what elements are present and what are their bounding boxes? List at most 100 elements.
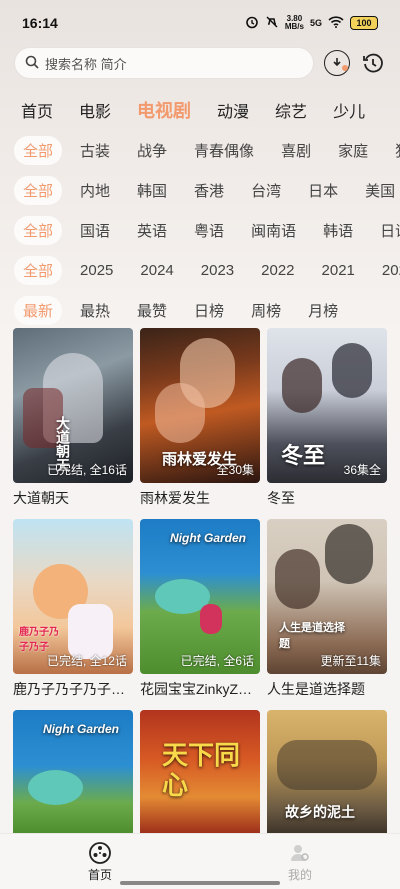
- sort-chip[interactable]: 最热: [71, 296, 119, 325]
- region-chip[interactable]: 全部: [14, 175, 63, 205]
- tab-movie[interactable]: 电影: [66, 98, 124, 122]
- card-title: 大道朝天: [13, 490, 69, 506]
- genre-chip[interactable]: 家庭: [329, 136, 377, 165]
- poster-title-text: 冬至: [281, 443, 326, 468]
- media-card[interactable]: 鹿乃子乃子乃子 已完结, 全12话 鹿乃子乃子乃子虎视眈眈: [13, 519, 133, 699]
- poster-image: 鹿乃子乃子乃子 已完结, 全12话: [13, 519, 133, 674]
- genre-chip[interactable]: 青春偶像: [185, 136, 263, 165]
- episode-badge: 已完结, 全12话: [46, 654, 127, 668]
- search-row: 搜索名称 简介: [0, 46, 400, 80]
- year-chip[interactable]: 2022: [252, 258, 303, 283]
- mute-icon: [265, 15, 279, 32]
- region-chip[interactable]: 内地: [71, 176, 119, 205]
- status-icons: 3.80 MB/s 5G 100: [245, 15, 378, 32]
- language-chip[interactable]: 粤语: [185, 216, 233, 245]
- genre-chip[interactable]: 全部: [14, 135, 63, 165]
- genre-chip[interactable]: 犯罪: [386, 136, 400, 165]
- media-card[interactable]: Night Garden: [13, 710, 133, 834]
- tab-anime[interactable]: 动漫: [204, 98, 262, 122]
- region-chip[interactable]: 台湾: [242, 176, 290, 205]
- year-chip[interactable]: 2025: [71, 258, 122, 283]
- network-speed: 3.80 MB/s: [285, 15, 304, 31]
- year-chip[interactable]: 2023: [192, 258, 243, 283]
- category-tabs: 首页 电影 电视剧 动漫 综艺 少儿: [0, 94, 400, 126]
- episode-badge: 36集全: [343, 463, 381, 477]
- poster-title-text: 人生是道选择题: [279, 622, 345, 650]
- download-dot: [342, 65, 348, 71]
- history-icon: [363, 53, 383, 73]
- clock: 16:14: [22, 15, 58, 31]
- poster-image: Night Garden: [13, 710, 133, 834]
- card-title: 花园宝宝ZinkyZ…: [140, 681, 252, 697]
- poster-image: Night Garden 已完结, 全6话: [140, 519, 260, 674]
- poster-image: 故乡的泥土: [267, 710, 387, 834]
- poster-image: 人生是道选择题 更新至11集: [267, 519, 387, 674]
- language-chip[interactable]: 国语: [71, 216, 119, 245]
- battery-indicator: 100: [350, 16, 378, 30]
- genre-chip[interactable]: 喜剧: [272, 136, 320, 165]
- sort-chip[interactable]: 日榜: [185, 296, 233, 325]
- episode-badge: 已完结, 全16话: [46, 463, 127, 477]
- poster-image: 天下同心: [140, 710, 260, 834]
- year-filter-row: 全部 2025 2024 2023 2022 2021 2020: [0, 250, 400, 290]
- speed-unit: MB/s: [284, 22, 304, 31]
- poster-image: 大道朝天 已完结, 全16话: [13, 328, 133, 483]
- status-bar: 16:14 3.80 MB/s 5G 100: [0, 0, 400, 46]
- poster-title-text: Night Garden: [43, 722, 120, 736]
- language-chip[interactable]: 全部: [14, 215, 63, 245]
- region-chip[interactable]: 韩国: [128, 176, 176, 205]
- region-chip[interactable]: 美国: [356, 176, 400, 205]
- region-chip[interactable]: 日本: [299, 176, 347, 205]
- nav-mine-label: 我的: [287, 868, 312, 882]
- genre-chip[interactable]: 战争: [128, 136, 176, 165]
- media-card[interactable]: 故乡的泥土: [267, 710, 387, 834]
- episode-badge: 已完结, 全6话: [180, 654, 254, 668]
- language-chip[interactable]: 日语: [371, 216, 400, 245]
- history-button[interactable]: [360, 50, 386, 76]
- sort-chip[interactable]: 周榜: [242, 296, 290, 325]
- genre-filter-row: 全部 古装 战争 青春偶像 喜剧 家庭 犯罪: [0, 130, 400, 170]
- tab-variety[interactable]: 综艺: [262, 98, 320, 122]
- language-chip[interactable]: 闽南语: [242, 216, 305, 245]
- language-chip[interactable]: 韩语: [314, 216, 362, 245]
- year-chip[interactable]: 2024: [131, 258, 182, 283]
- media-card[interactable]: 雨林爱发生 全30集 雨林爱发生: [140, 328, 260, 508]
- language-filter-row: 全部 国语 英语 粤语 闽南语 韩语 日语: [0, 210, 400, 250]
- episode-badge: 更新至11集: [320, 654, 381, 668]
- sort-chip[interactable]: 月榜: [299, 296, 347, 325]
- language-chip[interactable]: 英语: [128, 216, 176, 245]
- year-chip[interactable]: 2020: [373, 258, 400, 283]
- card-title: 人生是道选择题: [267, 681, 365, 697]
- download-button[interactable]: [324, 50, 350, 76]
- card-title: 鹿乃子乃子乃子虎视眈眈: [13, 681, 133, 697]
- poster-image: 雨林爱发生 全30集: [140, 328, 260, 483]
- tab-tv-series[interactable]: 电视剧: [124, 97, 204, 123]
- media-card[interactable]: 天下同心: [140, 710, 260, 834]
- search-placeholder: 搜索名称 简介: [45, 56, 127, 72]
- media-card[interactable]: Night Garden 已完结, 全6话 花园宝宝ZinkyZ…: [140, 519, 260, 699]
- tab-kids[interactable]: 少儿: [320, 98, 378, 122]
- region-chip[interactable]: 香港: [185, 176, 233, 205]
- media-card[interactable]: 冬至 36集全 冬至: [267, 328, 387, 508]
- media-card[interactable]: 人生是道选择题 更新至11集 人生是道选择题: [267, 519, 387, 699]
- nav-home-label: 首页: [87, 868, 112, 882]
- film-reel-icon: [89, 842, 111, 864]
- card-title: 冬至: [267, 490, 295, 506]
- sort-chip[interactable]: 最赞: [128, 296, 176, 325]
- search-input[interactable]: 搜索名称 简介: [14, 47, 314, 79]
- poster-title-text: 鹿乃子乃子乃子: [19, 627, 59, 653]
- wifi-icon: [328, 15, 344, 31]
- poster-title-text: 天下同心: [162, 740, 241, 800]
- year-chip[interactable]: 2021: [313, 258, 364, 283]
- sort-filter-row: 最新 最热 最赞 日榜 周榜 月榜: [0, 290, 400, 330]
- year-chip[interactable]: 全部: [14, 255, 63, 285]
- network-type: 5G: [309, 18, 322, 28]
- sort-chip[interactable]: 最新: [14, 295, 63, 325]
- media-card[interactable]: 大道朝天 已完结, 全16话 大道朝天: [13, 328, 133, 508]
- episode-badge: 全30集: [216, 463, 254, 477]
- poster-image: 冬至 36集全: [267, 328, 387, 483]
- poster-title-text: Night Garden: [170, 531, 247, 545]
- poster-title-text: 故乡的泥土: [285, 804, 355, 820]
- genre-chip[interactable]: 古装: [71, 136, 119, 165]
- tab-home[interactable]: 首页: [8, 98, 66, 122]
